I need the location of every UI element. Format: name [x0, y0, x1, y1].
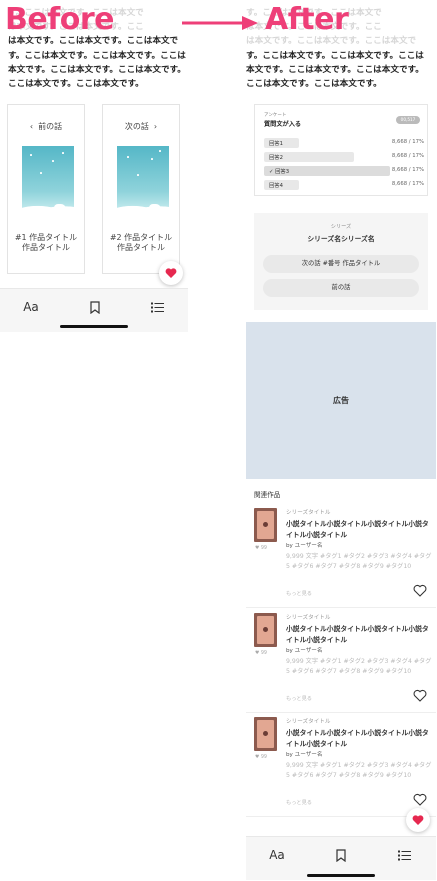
series-caption: シリーズ	[330, 224, 352, 230]
work-title[interactable]: 小説タイトル小説タイトル小説タイトル小説タイトル小説タイトル	[286, 519, 432, 541]
bookmark-icon	[90, 300, 100, 314]
like-button[interactable]	[406, 808, 430, 832]
vote-count-badge: 00,517	[396, 116, 420, 124]
font-settings-button[interactable]: Aa	[266, 846, 288, 864]
poll-caption: アンケート	[264, 113, 287, 118]
prev-episode-button[interactable]: 前の話	[263, 279, 419, 297]
bookmark-button[interactable]	[84, 298, 106, 316]
work-tags: 9,999 文字 #タグ1 #タグ2 #タグ3 #タグ4 #タグ5 #タグ6 #…	[286, 658, 432, 676]
poll-card: アンケート 質問文が入る 00,517 回答1 8,668 / 17% 回答2 …	[254, 104, 428, 196]
list-icon	[150, 302, 164, 312]
work-tags: 9,999 文字 #タグ1 #タグ2 #タグ3 #タグ4 #タグ5 #タグ6 #…	[286, 553, 432, 571]
work-author[interactable]: by ユーザー名	[286, 750, 323, 758]
like-count: ♥ 99	[255, 755, 267, 760]
after-screen: す。ここは本文です。ここは本文で は本文です。ここは本文です。ここ は本文です。…	[246, 0, 436, 881]
table-of-contents-button[interactable]	[393, 846, 415, 864]
related-work-item[interactable]: ♥ 99 シリーズタイトル 小説タイトル小説タイトル小説タイトル小説タイトル小説…	[246, 504, 436, 608]
font-settings-button[interactable]: Aa	[20, 298, 42, 316]
work-tags: 9,999 文字 #タグ1 #タグ2 #タグ3 #タグ4 #タグ5 #タグ6 #…	[286, 762, 432, 780]
table-of-contents-button[interactable]	[146, 298, 168, 316]
work-author[interactable]: by ユーザー名	[286, 541, 323, 549]
list-icon	[397, 850, 411, 860]
related-work-item[interactable]: ♥ 99 シリーズタイトル 小説タイトル小説タイトル小説タイトル小説タイトル小説…	[246, 713, 436, 817]
work-series[interactable]: シリーズタイトル	[286, 613, 330, 621]
ad-banner[interactable]: 広告	[246, 322, 436, 479]
like-count: ♥ 99	[255, 546, 267, 551]
work-thumbnail[interactable]	[254, 613, 277, 647]
bottom-toolbar: Aa	[0, 288, 188, 332]
like-button[interactable]	[159, 261, 183, 285]
home-indicator	[307, 874, 375, 877]
before-screen: す。ここは本文です。ここは本文で は本文です。ここは本文です。ここ は本文です。…	[0, 0, 188, 332]
heart-outline-icon[interactable]	[413, 689, 427, 702]
next-episode-label: 次の話 ›	[124, 122, 158, 131]
show-more-link[interactable]: もっと見る	[286, 590, 312, 597]
before-label: Before	[5, 2, 115, 37]
show-more-link[interactable]: もっと見る	[286, 695, 312, 702]
work-series[interactable]: シリーズタイトル	[286, 717, 330, 725]
bookmark-button[interactable]	[330, 846, 352, 864]
related-work-item[interactable]: ♥ 99 シリーズタイトル 小説タイトル小説タイトル小説タイトル小説タイトル小説…	[246, 609, 436, 713]
next-episode-card[interactable]: 次の話 › #2 作品タイトル作品タイトル	[102, 104, 180, 274]
next-episode-title: #2 作品タイトル作品タイトル	[109, 233, 173, 252]
work-thumbnail[interactable]	[254, 717, 277, 751]
bookmark-icon	[336, 848, 346, 862]
cover-image	[117, 146, 169, 216]
work-author[interactable]: by ユーザー名	[286, 646, 323, 654]
prev-episode-card[interactable]: ‹ 前の話 #1 作品タイトル作品タイトル	[7, 104, 85, 274]
heart-outline-icon[interactable]	[413, 793, 427, 806]
poll-question: 質問文が入る	[264, 121, 302, 128]
home-indicator	[60, 325, 128, 328]
bottom-toolbar: Aa	[246, 836, 436, 880]
prev-episode-title: #1 作品タイトル作品タイトル	[14, 233, 78, 252]
like-count: ♥ 99	[255, 651, 267, 656]
poll-option[interactable]: 回答2 8,668 / 17%	[264, 152, 424, 162]
related-works-heading: 関連作品	[254, 491, 281, 499]
heart-icon	[412, 815, 424, 825]
work-title[interactable]: 小説タイトル小説タイトル小説タイトル小説タイトル小説タイトル	[286, 624, 432, 646]
show-more-link[interactable]: もっと見る	[286, 799, 312, 806]
heart-icon	[165, 268, 177, 278]
arrow-right-icon	[182, 16, 258, 30]
work-title[interactable]: 小説タイトル小説タイトル小説タイトル小説タイトル小説タイトル	[286, 728, 432, 750]
work-thumbnail[interactable]	[254, 508, 277, 542]
series-navigation: シリーズ シリーズ名シリーズ名 次の話 #番号 作品タイトル 前の話	[254, 213, 428, 310]
poll-option[interactable]: 回答1 8,668 / 17%	[264, 138, 424, 148]
cover-image	[22, 146, 74, 216]
work-series[interactable]: シリーズタイトル	[286, 508, 330, 516]
poll-option[interactable]: 回答4 8,668 / 17%	[264, 180, 424, 190]
after-label: After	[265, 2, 349, 37]
prev-episode-label: ‹ 前の話	[29, 122, 63, 131]
heart-outline-icon[interactable]	[413, 584, 427, 597]
next-episode-button[interactable]: 次の話 #番号 作品タイトル	[263, 255, 419, 273]
poll-option-selected[interactable]: ✓ 回答3 8,668 / 17%	[264, 166, 424, 176]
series-name[interactable]: シリーズ名シリーズ名	[254, 233, 428, 243]
